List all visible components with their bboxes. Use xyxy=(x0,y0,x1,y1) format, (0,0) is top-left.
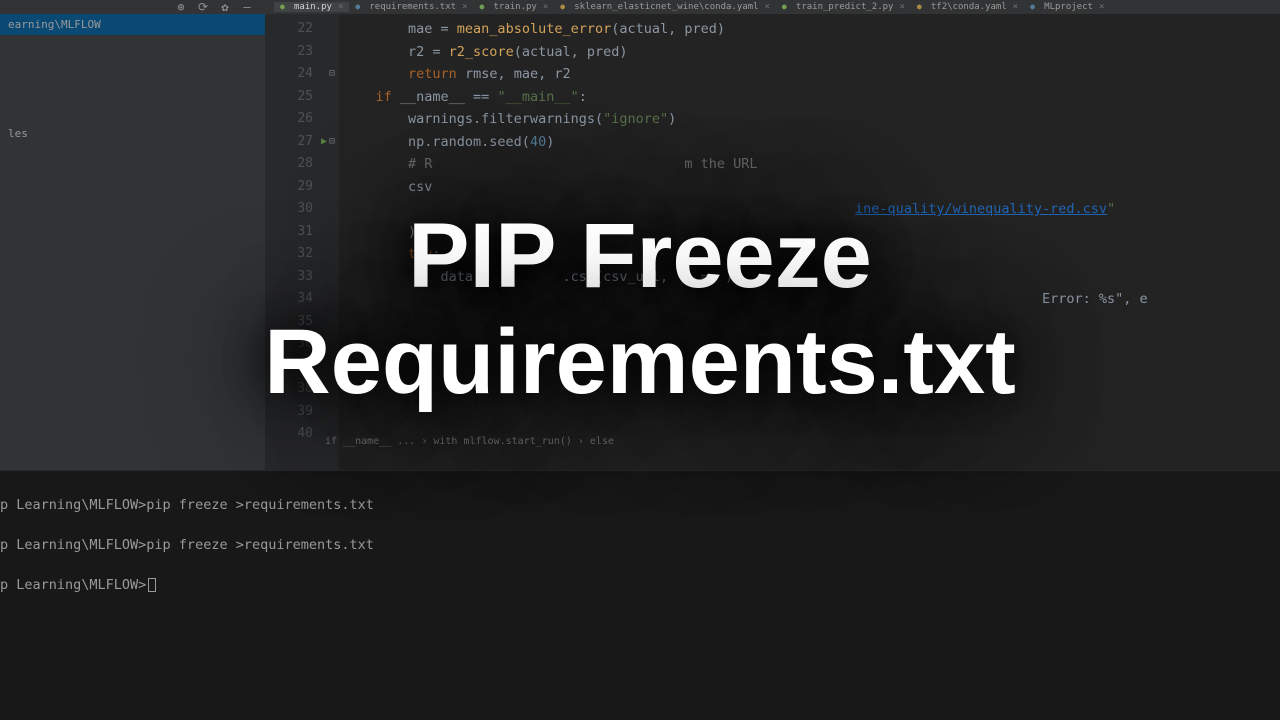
tab-label: sklearn_elasticnet_wine\conda.yaml xyxy=(574,2,758,12)
line-number: 26 xyxy=(265,108,313,131)
tab-conda-yaml[interactable]: sklearn_elasticnet_wine\conda.yaml × xyxy=(554,2,776,12)
terminal-line: p Learning\MLFLOW>pip freeze >requiremen… xyxy=(0,535,1280,555)
tab-label: train_predict_2.py xyxy=(796,2,894,12)
project-sidebar[interactable]: earning\MLFLOW les xyxy=(0,14,265,470)
line-number: 29 xyxy=(265,176,313,199)
close-icon[interactable]: × xyxy=(338,2,343,12)
tab-label: MLproject xyxy=(1044,2,1093,12)
nav-icon[interactable]: ⊕ xyxy=(174,0,188,14)
fold-marker[interactable]: ⊟ xyxy=(325,131,339,154)
close-icon[interactable]: × xyxy=(543,2,548,12)
sidebar-folder[interactable]: earning\MLFLOW xyxy=(0,14,265,35)
tab-label: train.py xyxy=(493,2,536,12)
terminal-panel[interactable]: p Learning\MLFLOW>pip freeze >requiremen… xyxy=(0,470,1280,720)
fold-marker[interactable] xyxy=(325,176,339,199)
code-line[interactable]: csv xyxy=(343,176,1280,199)
tab-train-predict[interactable]: train_predict_2.py × xyxy=(776,2,911,12)
line-number: 40 xyxy=(265,423,313,446)
fold-marker[interactable] xyxy=(325,86,339,109)
tab-tf2-conda[interactable]: tf2\conda.yaml × xyxy=(911,2,1024,12)
close-icon[interactable]: × xyxy=(899,2,904,12)
sidebar-sub[interactable]: les xyxy=(0,123,265,144)
line-number: 27 xyxy=(265,131,313,154)
python-icon xyxy=(280,2,290,12)
tab-label: main.py xyxy=(294,2,332,12)
line-number: 22 xyxy=(265,18,313,41)
close-icon[interactable]: × xyxy=(1013,2,1018,12)
tab-train-py[interactable]: train.py × xyxy=(473,2,554,12)
yaml-icon xyxy=(917,2,927,12)
yaml-icon xyxy=(560,2,570,12)
line-number: 25 xyxy=(265,86,313,109)
fold-marker[interactable] xyxy=(325,108,339,131)
editor-tabs: main.py × requirements.txt × train.py × … xyxy=(274,0,1110,14)
python-icon xyxy=(479,2,489,12)
code-line[interactable]: if __name__ == "__main__": xyxy=(343,86,1280,109)
sync-icon[interactable]: ⟳ xyxy=(196,0,210,14)
terminal-cursor[interactable] xyxy=(148,578,156,592)
code-line[interactable]: # R m the URL xyxy=(343,153,1280,176)
code-line[interactable]: mae = mean_absolute_error(actual, pred) xyxy=(343,18,1280,41)
toolbar-icons: ⊕ ⟳ ✿ — xyxy=(174,0,254,14)
code-line[interactable]: warnings.filterwarnings("ignore") xyxy=(343,108,1280,131)
tab-main-py[interactable]: main.py × xyxy=(274,2,349,12)
close-icon[interactable]: × xyxy=(1099,2,1104,12)
collapse-icon[interactable]: — xyxy=(240,0,254,14)
terminal-line: p Learning\MLFLOW> xyxy=(0,575,1280,595)
text-icon xyxy=(1030,2,1040,12)
line-number: 28 xyxy=(265,153,313,176)
code-line[interactable]: r2 = r2_score(actual, pred) xyxy=(343,41,1280,64)
close-icon[interactable]: × xyxy=(462,2,467,12)
code-line[interactable]: np.random.seed(40) xyxy=(343,131,1280,154)
top-toolbar: ⊕ ⟳ ✿ — main.py × requirements.txt × tra… xyxy=(0,0,1280,14)
tab-mlproject[interactable]: MLproject × xyxy=(1024,2,1110,12)
fold-marker[interactable] xyxy=(325,18,339,41)
overlay-line1: PIP Freeze xyxy=(264,204,1016,310)
breadcrumb[interactable]: if __name__ ... › with mlflow.start_run(… xyxy=(325,436,614,447)
title-overlay: PIP Freeze Requirements.txt xyxy=(264,204,1016,416)
fold-marker[interactable] xyxy=(325,41,339,64)
tab-label: tf2\conda.yaml xyxy=(931,2,1007,12)
line-number: 23 xyxy=(265,41,313,64)
tab-requirements[interactable]: requirements.txt × xyxy=(349,2,473,12)
settings-icon[interactable]: ✿ xyxy=(218,0,232,14)
code-line[interactable]: return rmse, mae, r2 xyxy=(343,63,1280,86)
close-icon[interactable]: × xyxy=(765,2,770,12)
overlay-line2: Requirements.txt xyxy=(264,310,1016,416)
line-number: 24 xyxy=(265,63,313,86)
tab-label: requirements.txt xyxy=(369,2,456,12)
python-icon xyxy=(782,2,792,12)
fold-marker[interactable]: ⊟ xyxy=(325,63,339,86)
text-icon xyxy=(355,2,365,12)
fold-marker[interactable] xyxy=(325,153,339,176)
terminal-line: p Learning\MLFLOW>pip freeze >requiremen… xyxy=(0,495,1280,515)
